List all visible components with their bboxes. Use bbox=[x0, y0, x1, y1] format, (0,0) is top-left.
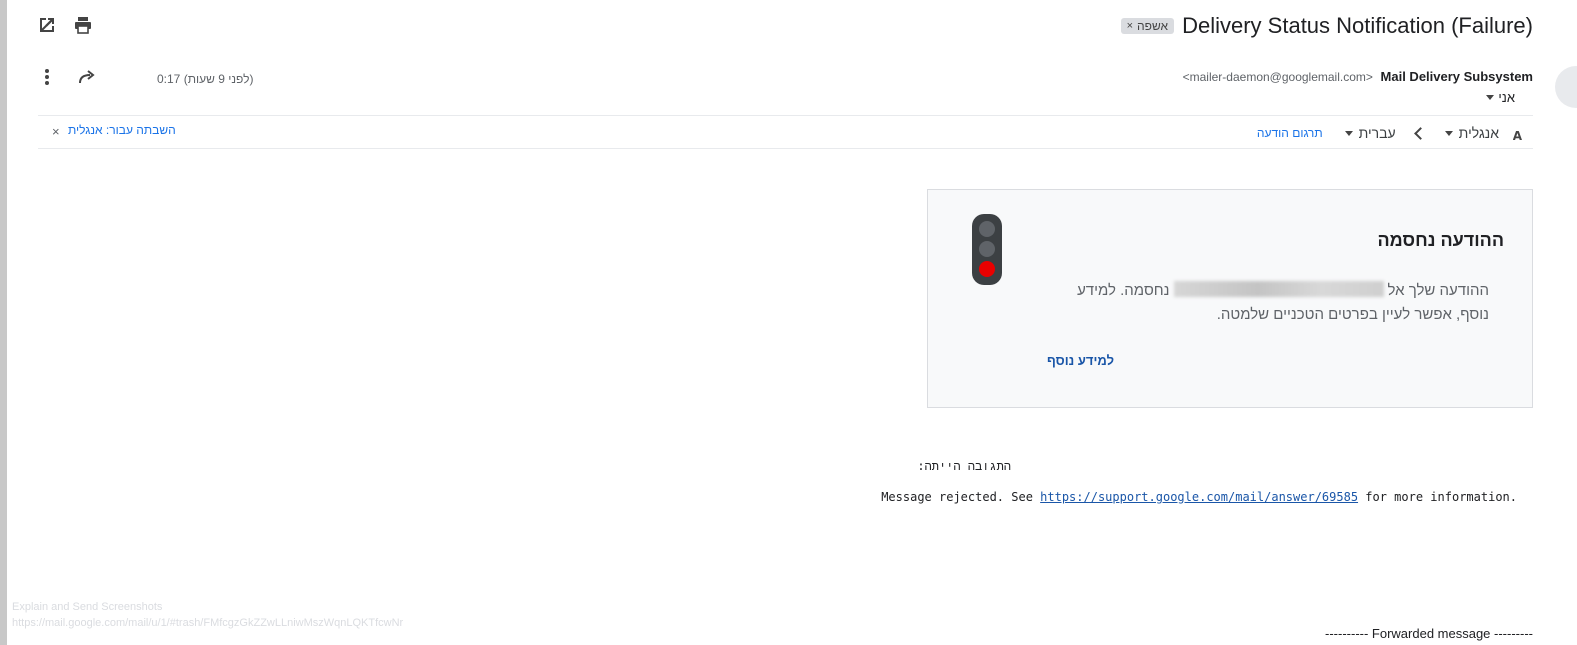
sender-email: <mailer-daemon@googlemail.com> bbox=[1182, 70, 1373, 84]
reject-after: for more information. bbox=[1358, 490, 1517, 504]
card-body: ההודעה שלך אלנחסמה. למידע נוסף, אפשר לעי… bbox=[1049, 279, 1489, 327]
target-language-label: עברית bbox=[1358, 125, 1396, 141]
forward-icon[interactable] bbox=[74, 64, 100, 90]
email-subject: Delivery Status Notification (Failure) bbox=[1182, 13, 1533, 38]
support-link[interactable]: https://support.google.com/mail/answer/6… bbox=[1040, 490, 1358, 504]
redacted-recipient bbox=[1173, 281, 1384, 297]
open-in-new-window-icon[interactable] bbox=[34, 12, 60, 38]
trash-label-chip: אשפה × bbox=[1120, 18, 1174, 34]
traffic-light-off bbox=[979, 241, 995, 257]
target-language-select[interactable]: עברית bbox=[1344, 125, 1396, 141]
card-title: ההודעה נחסמה bbox=[1377, 230, 1504, 250]
source-language-select[interactable]: אנגלית bbox=[1444, 125, 1499, 141]
chevron-down-icon bbox=[1486, 95, 1495, 100]
translate-message-link[interactable]: תרגום הודעה bbox=[1257, 126, 1323, 140]
translate-bar: 文A אנגלית עברית תרגום הודעה bbox=[1257, 121, 1533, 145]
sender-line: <mailer-daemon@googlemail.com> Mail Deli… bbox=[1183, 69, 1533, 84]
label-chip-text: אשפה bbox=[1137, 19, 1168, 33]
blocked-message-card: ההודעה נחסמה ההודעה שלך אלנחסמה. למידע נ… bbox=[927, 189, 1533, 408]
answer-label: התגובה הייתה: bbox=[917, 459, 1011, 473]
forwarded-message-header: ---------- Forwarded message --------- bbox=[1325, 626, 1533, 641]
overlay-url: https://mail.google.com/mail/u/1/#trash/… bbox=[12, 617, 404, 629]
traffic-light-icon bbox=[972, 214, 1002, 285]
translate-icon: 文A bbox=[1502, 123, 1533, 144]
recipient-dropdown[interactable]: אני bbox=[1486, 90, 1515, 105]
divider bbox=[38, 115, 1533, 116]
reject-before: Message rejected. See bbox=[881, 490, 1041, 504]
email-time: 0:17 (לפני 9 שעות) bbox=[157, 72, 254, 86]
left-rail bbox=[0, 0, 7, 645]
print-icon[interactable] bbox=[70, 12, 96, 38]
sender-name[interactable]: Mail Delivery Subsystem bbox=[1381, 69, 1533, 84]
reject-message: Message rejected. See https://support.go… bbox=[881, 490, 1517, 504]
close-icon[interactable]: × bbox=[52, 124, 60, 139]
source-language-label: אנגלית bbox=[1458, 125, 1499, 141]
learn-more-link[interactable]: למידע נוסף bbox=[1047, 353, 1114, 368]
traffic-light-red bbox=[979, 261, 995, 277]
avatar bbox=[1555, 66, 1577, 108]
card-body-before: ההודעה שלך אל bbox=[1387, 282, 1489, 299]
svg-text:A: A bbox=[1513, 129, 1523, 141]
traffic-light-off bbox=[979, 221, 995, 237]
remove-label-icon[interactable]: × bbox=[1127, 20, 1133, 32]
chevron-down-icon bbox=[1344, 130, 1353, 136]
overlay-title: Explain and Send Screenshots bbox=[12, 601, 163, 613]
recipient-label: אני bbox=[1498, 90, 1515, 105]
more-vert-icon[interactable] bbox=[34, 64, 60, 90]
chevron-down-icon bbox=[1444, 130, 1453, 136]
chevron-left-icon bbox=[1413, 126, 1427, 140]
divider bbox=[38, 148, 1533, 149]
disable-translation-link[interactable]: השבתה עבור: אנגלית bbox=[68, 123, 176, 137]
